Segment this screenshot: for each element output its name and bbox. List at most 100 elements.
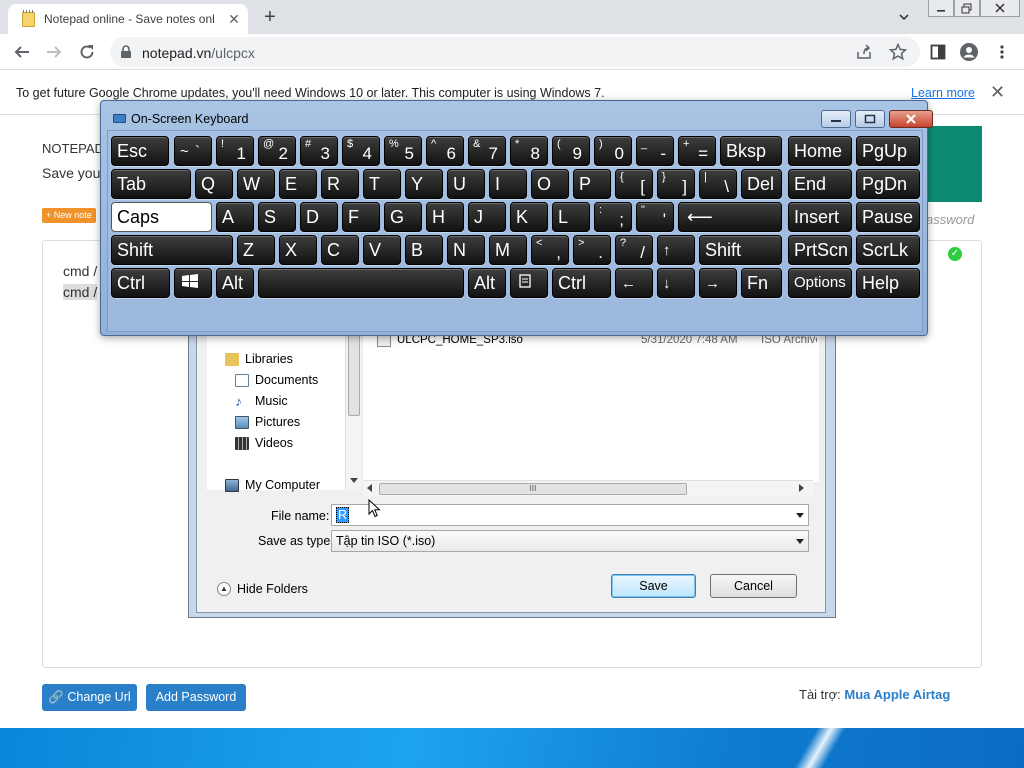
learn-more-link[interactable]: Learn more [911, 86, 975, 100]
key-q[interactable]: Q [195, 169, 233, 199]
key-menu[interactable] [510, 268, 548, 298]
key-enter[interactable]: ⟵ [678, 202, 782, 232]
key-del[interactable]: Del [741, 169, 782, 199]
scroll-left-icon[interactable] [367, 484, 372, 492]
key-x[interactable]: X [279, 235, 317, 265]
chevron-down-icon[interactable] [796, 513, 804, 518]
key-alt-right[interactable]: Alt [468, 268, 506, 298]
key-t[interactable]: T [363, 169, 401, 199]
key-open-bracket[interactable]: {[ [615, 169, 653, 199]
key-z[interactable]: Z [237, 235, 275, 265]
key-left[interactable]: ← [615, 268, 653, 298]
key-period[interactable]: >. [573, 235, 611, 265]
maximize-icon[interactable] [855, 110, 885, 128]
hide-folders-button[interactable]: ▲ Hide Folders [217, 582, 308, 596]
key-ctrl-left[interactable]: Ctrl [111, 268, 170, 298]
scroll-right-icon[interactable] [799, 484, 804, 492]
key-windows[interactable] [174, 268, 212, 298]
key-fn[interactable]: Fn [741, 268, 782, 298]
chevron-down-icon[interactable] [796, 539, 804, 544]
chevron-down-icon[interactable] [896, 9, 912, 25]
key-e[interactable]: E [279, 169, 317, 199]
key-6[interactable]: ^ 6 [426, 136, 464, 166]
key-g[interactable]: G [384, 202, 422, 232]
forward-arrow-icon[interactable] [44, 42, 64, 62]
key-a[interactable]: A [216, 202, 254, 232]
file-name-input[interactable]: R [331, 504, 809, 526]
key-slash[interactable]: ? / [615, 235, 653, 265]
browser-tab[interactable]: Notepad online - Save notes onl ✕ [8, 4, 248, 34]
scroll-down-icon[interactable] [350, 478, 358, 483]
side-panel-icon[interactable] [928, 42, 948, 62]
minimize-icon[interactable] [821, 110, 851, 128]
key-right[interactable]: → [699, 268, 737, 298]
key-alt-left[interactable]: Alt [216, 268, 254, 298]
profile-avatar-icon[interactable] [959, 42, 979, 62]
key-ctrl-right[interactable]: Ctrl [552, 268, 611, 298]
close-icon[interactable] [889, 110, 933, 128]
key-o[interactable]: O [531, 169, 569, 199]
key-c[interactable]: C [321, 235, 359, 265]
sponsor-link[interactable]: Mua Apple Airtag [844, 687, 950, 702]
key-u[interactable]: U [447, 169, 485, 199]
key-backspace[interactable]: Bksp [720, 136, 782, 166]
key-shift-left[interactable]: Shift [111, 235, 233, 265]
key-f[interactable]: F [342, 202, 380, 232]
key-v[interactable]: V [363, 235, 401, 265]
key-down[interactable]: ↓ [657, 268, 695, 298]
kebab-menu-icon[interactable] [992, 42, 1012, 62]
key-7[interactable]: & 7 [468, 136, 506, 166]
cancel-button[interactable]: Cancel [710, 574, 797, 598]
lock-icon[interactable] [120, 45, 132, 59]
key-r[interactable]: R [321, 169, 359, 199]
nav-item-music[interactable]: ♪ Music [235, 394, 288, 409]
nav-item-videos[interactable]: Videos [235, 436, 293, 450]
minimize-icon[interactable] [928, 0, 954, 17]
key-8[interactable]: * 8 [510, 136, 548, 166]
key-insert[interactable]: Insert [788, 202, 852, 232]
key-quote[interactable]: " ' [636, 202, 674, 232]
key-minus[interactable]: _ - [636, 136, 674, 166]
key-scrlk[interactable]: ScrLk [856, 235, 920, 265]
tab-close-icon[interactable]: ✕ [227, 12, 241, 26]
add-password-button[interactable]: Add Password [146, 684, 246, 711]
key-m[interactable]: M [489, 235, 527, 265]
save-as-type-select[interactable]: Tập tin ISO (*.iso) [331, 530, 809, 552]
key-1[interactable]: ! 1 [216, 136, 254, 166]
key-caps[interactable]: Caps [111, 202, 212, 232]
key-w[interactable]: W [237, 169, 275, 199]
bookmark-star-icon[interactable] [889, 43, 907, 61]
key-shift-right[interactable]: Shift [699, 235, 782, 265]
key-y[interactable]: Y [405, 169, 443, 199]
nav-item-libraries[interactable]: Libraries [225, 352, 293, 366]
key-p[interactable]: P [573, 169, 611, 199]
change-url-button[interactable]: 🔗 Change Url [42, 684, 137, 711]
key-options[interactable]: Options [788, 268, 852, 298]
reload-icon[interactable] [77, 42, 97, 62]
key-4[interactable]: $4 [342, 136, 380, 166]
nav-item-my-computer[interactable]: My Computer [225, 478, 320, 492]
save-button[interactable]: Save [611, 574, 696, 598]
key-k[interactable]: K [510, 202, 548, 232]
new-tab-button[interactable]: + [260, 7, 280, 28]
key-b[interactable]: B [405, 235, 443, 265]
close-window-icon[interactable] [980, 0, 1020, 17]
key-j[interactable]: J [468, 202, 506, 232]
key-prtscn[interactable]: PrtScn [788, 235, 852, 265]
key-5[interactable]: % 5 [384, 136, 422, 166]
key-up[interactable]: ↑ [657, 235, 695, 265]
key-help[interactable]: Help [856, 268, 920, 298]
key-close-bracket[interactable]: }] [657, 169, 695, 199]
key-0[interactable]: ) 0 [594, 136, 632, 166]
key-home[interactable]: Home [788, 136, 852, 166]
key-l[interactable]: L [552, 202, 590, 232]
key-pause[interactable]: Pause [856, 202, 920, 232]
key-d[interactable]: D [300, 202, 338, 232]
key-n[interactable]: N [447, 235, 485, 265]
nav-item-documents[interactable]: Documents [235, 373, 318, 387]
key-s[interactable]: S [258, 202, 296, 232]
back-arrow-icon[interactable] [12, 42, 32, 62]
key-comma[interactable]: <, [531, 235, 569, 265]
key-tab[interactable]: Tab [111, 169, 191, 199]
key-backslash[interactable]: | \ [699, 169, 737, 199]
